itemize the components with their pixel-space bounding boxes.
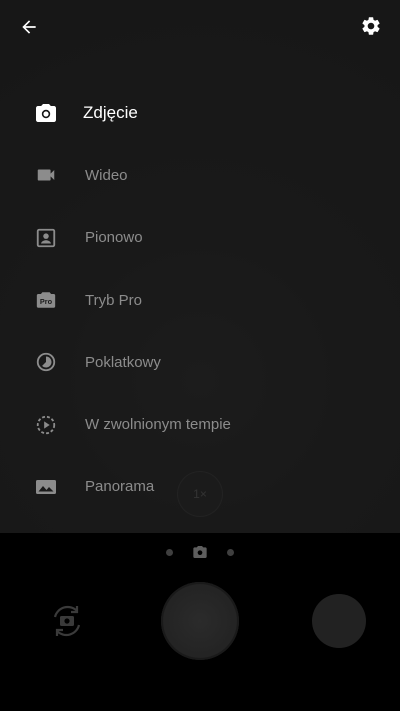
panorama-icon: [34, 475, 58, 499]
slow-motion-icon: [34, 413, 58, 437]
mode-item-portrait[interactable]: Pionowo: [0, 207, 400, 269]
camera-icon: [34, 101, 58, 125]
mode-label: W zwolnionym tempie: [85, 416, 231, 434]
camera-page-icon[interactable]: [192, 544, 208, 560]
gallery-thumbnail-button[interactable]: [312, 594, 366, 648]
mode-item-slow-motion[interactable]: W zwolnionym tempie: [0, 393, 400, 455]
mode-label: Panorama: [85, 478, 155, 496]
mode-item-video[interactable]: Wideo: [0, 144, 400, 206]
mode-label: Pionowo: [85, 229, 143, 247]
arrow-left-icon: [22, 20, 36, 34]
camera-mode-list: Zdjęcie Wideo Pionowo Pro Tryb Pro Pokla…: [0, 82, 400, 518]
portrait-icon: [34, 226, 58, 250]
mode-item-panorama[interactable]: Panorama: [0, 456, 400, 518]
mode-item-photo[interactable]: Zdjęcie: [0, 82, 400, 144]
pro-mode-icon: Pro: [34, 288, 58, 312]
mode-label: Wideo: [85, 166, 128, 184]
svg-text:Pro: Pro: [40, 297, 53, 306]
page-dot[interactable]: [166, 549, 173, 556]
settings-button[interactable]: [356, 11, 386, 41]
mode-item-pro[interactable]: Pro Tryb Pro: [0, 269, 400, 331]
mode-label: Zdjęcie: [83, 103, 138, 123]
timelapse-icon: [34, 350, 58, 374]
mode-label: Tryb Pro: [85, 291, 142, 309]
shutter-button[interactable]: [161, 582, 239, 660]
switch-camera-icon: [53, 605, 81, 637]
gear-icon: [362, 17, 380, 35]
switch-camera-button[interactable]: [46, 600, 88, 642]
mode-item-timelapse[interactable]: Poklatkowy: [0, 331, 400, 393]
mode-label: Poklatkowy: [85, 353, 161, 371]
page-dot[interactable]: [227, 549, 234, 556]
back-button[interactable]: [14, 12, 44, 42]
video-camera-icon: [34, 163, 58, 187]
mode-page-indicator: [0, 544, 400, 560]
